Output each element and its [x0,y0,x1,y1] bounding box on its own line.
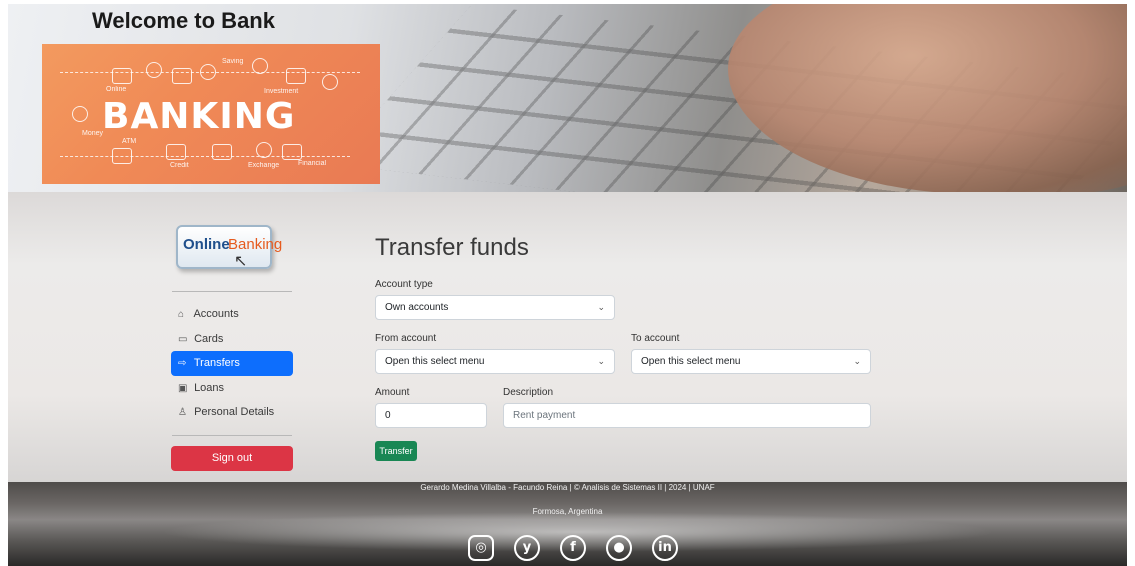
banner-word: BANKING [102,96,296,137]
page-welcome-title: Welcome to Bank [92,8,275,33]
arrow-right-square-icon: ⇨ [178,358,187,369]
banner-dashed-line [60,156,350,157]
sidebar-item-transfers[interactable]: ⇨ Transfers [171,351,293,376]
coin-icon [146,62,162,78]
amount-input[interactable]: 0 [375,403,487,428]
sidebar-divider [172,435,292,436]
github-icon[interactable]: ● [606,535,632,561]
chevron-down-icon: ⌄ [597,356,605,366]
hand-money-icon [286,68,306,84]
banner-label: Saving [222,58,244,65]
bank-icon: ⌂ [178,309,185,320]
banner-label: Investment [264,88,299,95]
sidebar-item-personal-details[interactable]: ♙ Personal Details [171,400,293,425]
safe-icon [212,144,232,160]
person-icon [252,58,268,74]
sidebar-item-label: Personal Details [194,406,275,418]
banknote-icon [112,68,132,84]
footer-location: Formosa, Argentina [532,507,603,516]
document-icon [282,144,302,160]
sidebar-item-accounts[interactable]: ⌂ Accounts [171,302,293,327]
credit-card-icon [166,144,186,160]
sidebar-item-label: Loans [194,382,225,394]
banner-label: Exchange [248,162,280,169]
to-account-value: Open this select menu [641,356,741,367]
amount-label: Amount [375,387,410,398]
sidebar-item-cards[interactable]: ▭ Cards [171,327,293,352]
to-account-select[interactable]: Open this select menu ⌄ [631,349,871,374]
banner-label: ATM [122,138,137,145]
account-type-select[interactable]: Own accounts ⌄ [375,295,615,320]
transfer-button[interactable]: Transfer [375,441,417,461]
from-account-value: Open this select menu [385,356,485,367]
atm-icon [112,148,132,164]
logo-text-online: Online [183,236,230,253]
wallet-icon [172,68,192,84]
account-type-label: Account type [375,279,433,290]
online-banking-logo[interactable]: Online Banking ↖ [176,225,282,270]
sidebar-item-loans[interactable]: ▣ Loans [171,376,293,401]
facebook-icon[interactable]: f [560,535,586,561]
chevron-down-icon: ⌄ [853,356,861,366]
banking-banner: BANKING Online Saving Investment Money A… [42,44,380,184]
sidebar-item-label: Cards [194,333,224,345]
money-bag-icon [72,106,88,122]
description-label: Description [503,387,554,398]
description-input[interactable]: Rent payment [503,403,871,428]
sidebar-item-label: Transfers [193,357,240,369]
banner-label: Money [82,130,104,137]
piggy-bank-icon [200,64,216,80]
exchange-icon [256,142,272,158]
sidebar-item-label: Accounts [193,308,239,320]
instagram-icon[interactable]: ◎ [468,535,494,561]
footer-credits: Gerardo Medina Villalba - Facundo Reina … [420,483,715,492]
from-account-select[interactable]: Open this select menu ⌄ [375,349,615,374]
page-title: Transfer funds [375,234,529,261]
cash-icon: ▣ [178,383,188,394]
chevron-down-icon: ⌄ [597,302,605,312]
credit-card-icon: ▭ [178,334,188,345]
twitter-icon[interactable]: y [514,535,540,561]
from-account-label: From account [375,333,437,344]
banner-label: Online [106,86,127,93]
sidebar-divider [172,291,292,292]
banner-label: Financial [298,160,327,167]
account-type-value: Own accounts [385,302,449,313]
linkedin-icon[interactable]: in [652,535,678,561]
cursor-icon: ↖ [234,253,248,270]
person-icon: ♙ [178,407,187,418]
diamond-icon [322,74,338,90]
sign-out-button[interactable]: Sign out [171,446,293,471]
to-account-label: To account [631,333,680,344]
banner-label: Credit [170,162,189,169]
